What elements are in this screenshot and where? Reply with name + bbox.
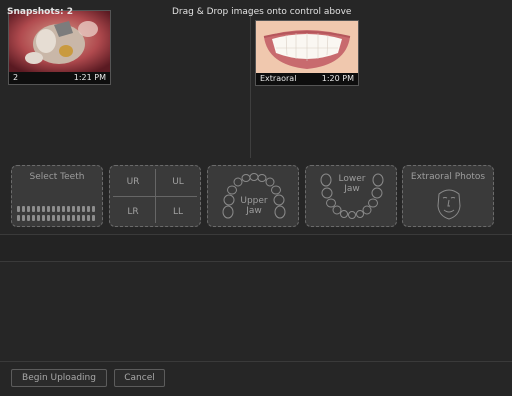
select-teeth-tile[interactable]: Select Teeth	[11, 165, 103, 227]
snapshot-divider	[250, 8, 251, 158]
snapshot-time: 1:21 PM	[73, 73, 106, 82]
quadrant-ul[interactable]: UL	[155, 166, 201, 197]
footer-divider	[0, 361, 512, 362]
extraoral-photo	[256, 21, 358, 73]
intraoral-photo	[9, 11, 110, 72]
select-teeth-label: Select Teeth	[29, 172, 85, 182]
quadrant-ur[interactable]: UR	[110, 166, 156, 197]
quadrant-tile: UR UL LR LL	[109, 165, 201, 227]
extraoral-photos-tile[interactable]: Extraoral Photos	[402, 165, 494, 227]
info-bar	[0, 234, 512, 262]
lower-jaw-label: Lower Jaw	[338, 174, 366, 194]
upper-jaw-tile[interactable]: Upper Jaw	[207, 165, 299, 227]
begin-uploading-button[interactable]: Begin Uploading	[11, 369, 107, 387]
drop-hint: Drag & Drop images onto control above	[172, 7, 352, 17]
cancel-button[interactable]: Cancel	[114, 369, 165, 387]
snapshot-thumb-1[interactable]: 2 1:21 PM	[8, 10, 111, 85]
face-icon	[437, 189, 461, 220]
quadrant-ll[interactable]: LL	[155, 196, 201, 227]
upper-jaw-label: Upper Jaw	[240, 196, 268, 216]
snapshots-count: Snapshots: 2	[7, 7, 74, 17]
extraoral-photos-label: Extraoral Photos	[410, 172, 486, 182]
lower-jaw-tile[interactable]: Lower Jaw	[305, 165, 397, 227]
snapshot-caption: 2 1:21 PM	[9, 72, 110, 84]
teeth-row-icon	[17, 206, 95, 221]
quadrant-lr[interactable]: LR	[110, 196, 156, 227]
snapshot-label: 2	[13, 73, 19, 82]
snapshot-thumb-2[interactable]: Extraoral 1:20 PM	[255, 20, 359, 86]
snapshot-time: 1:20 PM	[321, 74, 354, 83]
snapshot-label: Extraoral	[260, 74, 297, 83]
snapshot-caption: Extraoral 1:20 PM	[256, 73, 358, 85]
